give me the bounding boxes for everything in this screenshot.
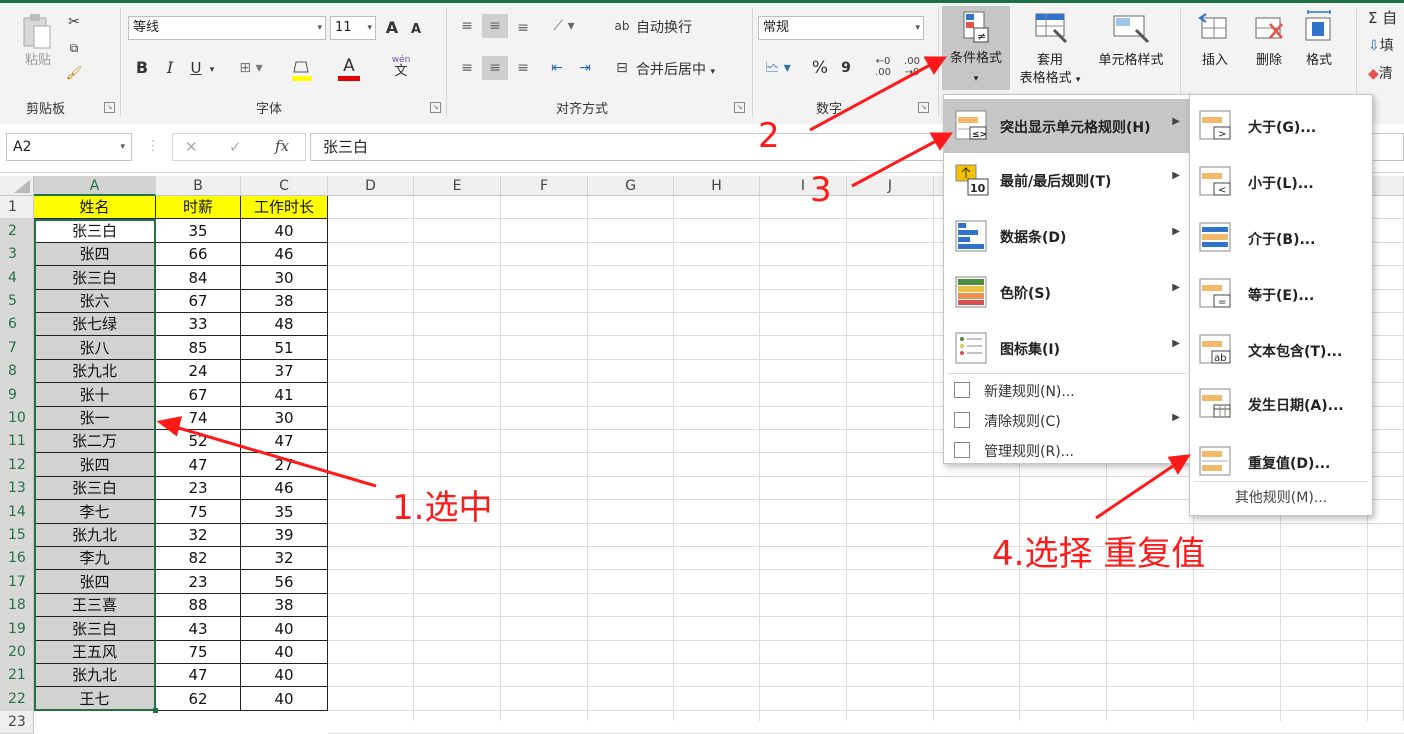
- annotation-step1: 1.选中: [392, 488, 493, 528]
- annotation-step4: 4.选择 重复值: [992, 534, 1206, 574]
- arrow-head-step1: [156, 416, 183, 437]
- arrow-head-step4: [1167, 454, 1191, 475]
- arrow-step2: [809, 62, 933, 132]
- annotation-step2: 2: [758, 116, 780, 156]
- arrow-head-step3: [929, 132, 953, 151]
- annotation-arrows: [156, 56, 1191, 520]
- arrow-head-step2: [923, 56, 947, 75]
- arrow-step1: [171, 424, 377, 488]
- annotation-step3: 3: [810, 170, 832, 210]
- arrow-step3: [851, 138, 939, 188]
- arrow-step4: [1095, 462, 1177, 520]
